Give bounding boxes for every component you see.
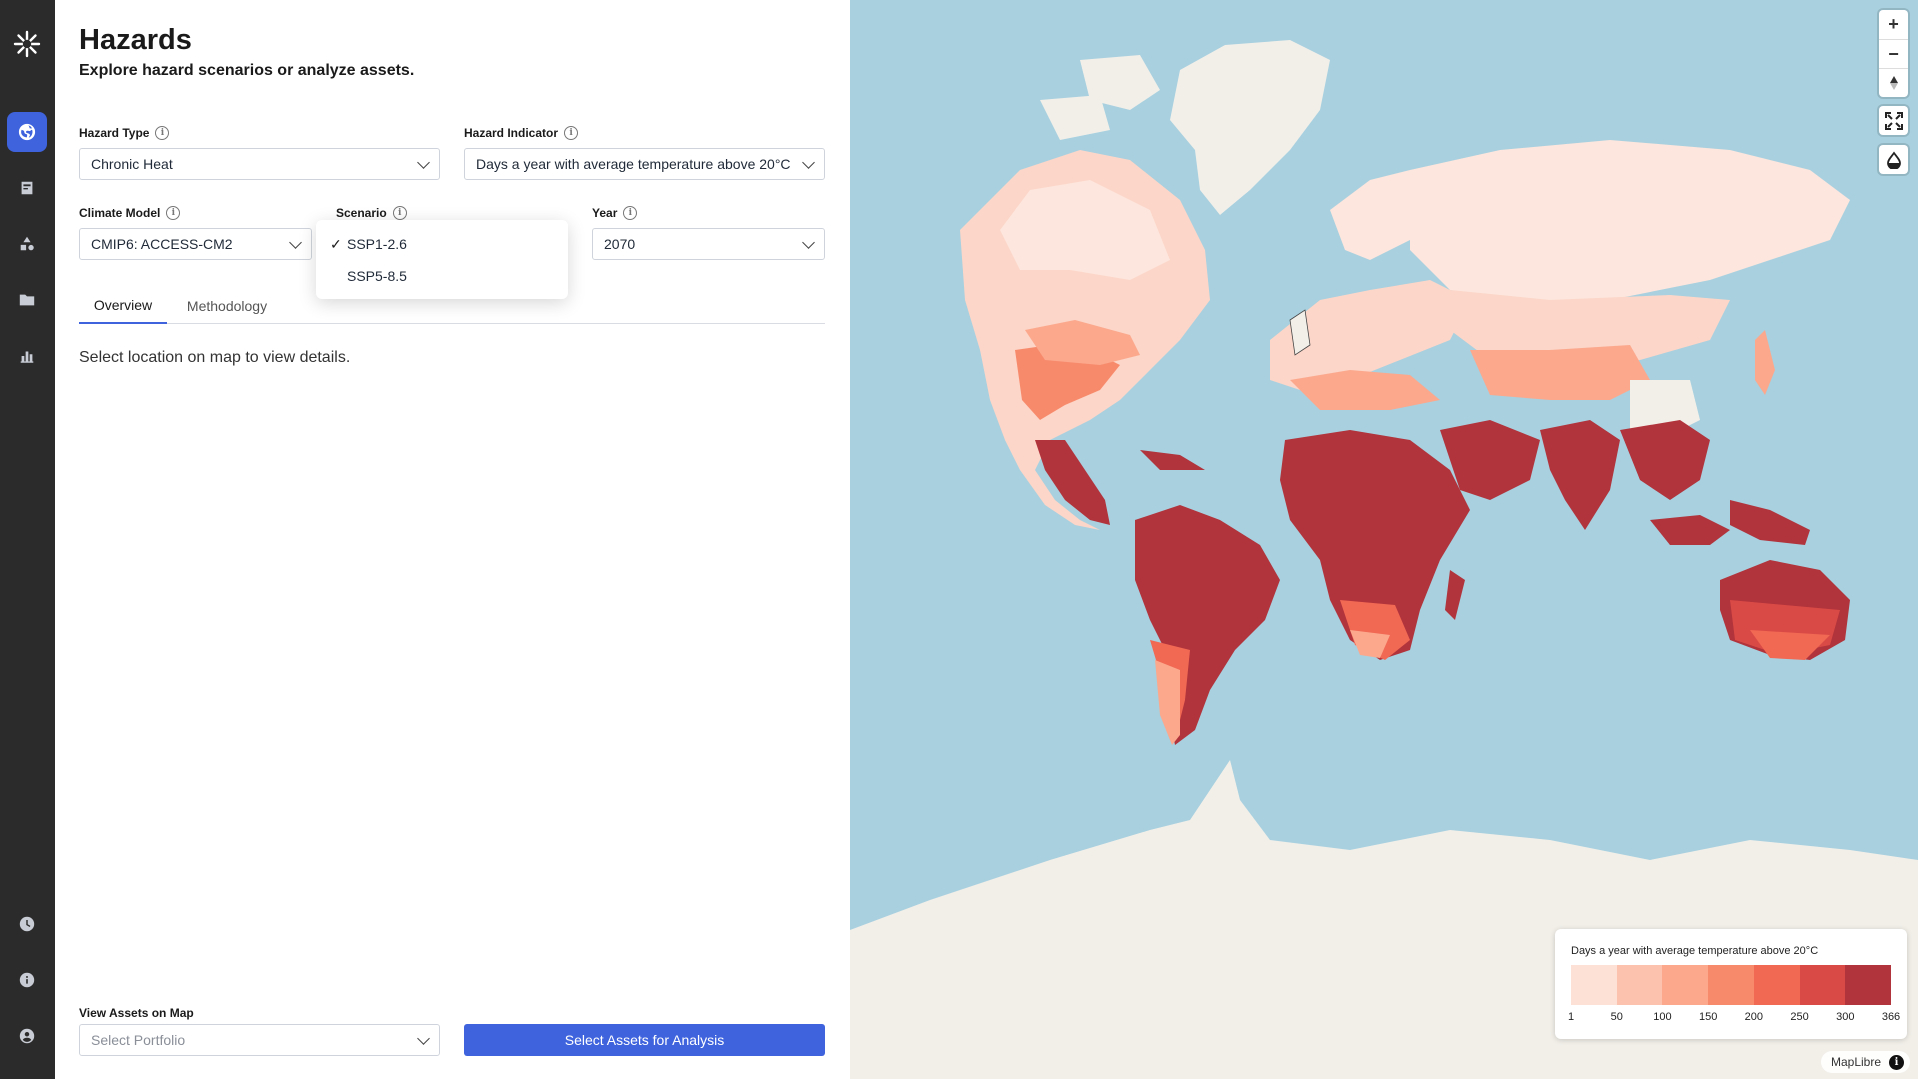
climate-model-select[interactable]: CMIP6: ACCESS-CM2: [79, 228, 312, 260]
climate-model-label-text: Climate Model: [79, 206, 161, 220]
shapes-icon: [20, 236, 34, 251]
zoom-controls: + −: [1879, 10, 1908, 97]
legend-tick-label: 150: [1698, 1011, 1718, 1023]
scenario-dropdown-menu: ✓ SSP1-2.6 SSP5-8.5: [316, 220, 568, 299]
view-assets-label-text: View Assets on Map: [79, 1006, 194, 1020]
attribution-info-icon[interactable]: i: [1889, 1054, 1904, 1070]
bar-chart-icon: [20, 351, 34, 363]
scenario-label-text: Scenario: [336, 206, 387, 220]
climate-model-value: CMIP6: ACCESS-CM2: [91, 236, 233, 252]
page-subtitle: Explore hazard scenarios or analyze asse…: [79, 62, 415, 79]
hazard-indicator-value: Days a year with average temperature abo…: [476, 156, 791, 172]
info-icon[interactable]: i: [564, 126, 579, 140]
hazard-indicator-select[interactable]: Days a year with average temperature abo…: [464, 148, 825, 180]
sidebar-item-hazards[interactable]: [7, 112, 47, 152]
year-select[interactable]: 2070: [592, 228, 825, 260]
sidebar-item-analytics[interactable]: [7, 336, 47, 376]
info-icon[interactable]: i: [392, 206, 407, 220]
legend-swatch: [1799, 965, 1846, 1005]
hazards-panel: Hazards Explore hazard scenarios or anal…: [55, 0, 850, 1079]
legend-tick-label: 250: [1790, 1011, 1809, 1023]
hazard-type-value: Chronic Heat: [91, 156, 173, 172]
legend-swatch: [1708, 965, 1754, 1005]
sidebar: [0, 0, 55, 1079]
legend-tick-label: 50: [1610, 1011, 1623, 1023]
scenario-option[interactable]: SSP5-8.5: [316, 260, 568, 292]
sidebar-item-reports[interactable]: [7, 168, 47, 208]
chevron-down-icon: [289, 235, 302, 249]
chevron-down-icon: [417, 155, 430, 169]
info-icon[interactable]: i: [623, 206, 638, 220]
sidebar-item-shapes[interactable]: [7, 224, 47, 264]
sidebar-item-portfolios[interactable]: [7, 280, 47, 320]
scenario-label: Scenario i: [336, 206, 407, 220]
fullscreen-control: [1879, 106, 1908, 135]
chevron-down-icon: [802, 155, 815, 169]
page-title: Hazards: [79, 24, 192, 56]
portfolio-placeholder: Select Portfolio: [91, 1032, 186, 1048]
scenario-option-label: SSP1-2.6: [347, 236, 407, 252]
legend-color-bar: [1571, 965, 1892, 1005]
info-icon[interactable]: i: [166, 206, 181, 220]
hazard-type-label: Hazard Type i: [79, 126, 170, 140]
climate-model-label: Climate Model i: [79, 206, 181, 220]
sidebar-item-account[interactable]: [7, 1016, 47, 1056]
year-value: 2070: [604, 236, 636, 252]
hazard-type-label-text: Hazard Type: [79, 126, 150, 140]
select-assets-button[interactable]: Select Assets for Analysis: [464, 1024, 825, 1056]
document-icon: [21, 181, 33, 195]
world-map[interactable]: [850, 0, 1918, 1079]
view-assets-label: View Assets on Map: [79, 1006, 194, 1020]
sidebar-item-info[interactable]: [7, 960, 47, 1000]
hazard-indicator-label-text: Hazard Indicator: [464, 126, 559, 140]
legend-tick-label: 1: [1567, 1011, 1575, 1023]
folder-icon: [19, 294, 35, 306]
scenario-option[interactable]: ✓ SSP1-2.6: [316, 228, 568, 260]
legend-tick-label: 100: [1653, 1011, 1672, 1023]
portfolio-select[interactable]: Select Portfolio: [79, 1024, 440, 1056]
terrain-control: [1879, 145, 1908, 174]
chevron-down-icon: [802, 235, 815, 249]
fullscreen-button[interactable]: [1879, 106, 1908, 135]
clock-icon: [19, 916, 35, 932]
tab-methodology[interactable]: Methodology: [179, 288, 275, 324]
zoom-in-button[interactable]: +: [1879, 10, 1908, 39]
hazard-type-select[interactable]: Chronic Heat: [79, 148, 440, 180]
hazard-map[interactable]: + − Days a year with average temperature…: [850, 0, 1918, 1079]
map-attribution: MapLibre i: [1820, 1051, 1910, 1073]
year-label-text: Year: [592, 206, 618, 220]
zoom-out-button[interactable]: −: [1879, 39, 1908, 68]
scenario-option-label: SSP5-8.5: [347, 268, 407, 284]
legend-swatch: [1753, 965, 1800, 1005]
legend-ticks: 1 50 100 150 200 250 300 366: [1567, 1011, 1900, 1025]
drop-icon: [1886, 151, 1901, 169]
check-icon: ✓: [330, 235, 342, 252]
sidebar-item-history[interactable]: [7, 904, 47, 944]
tab-overview[interactable]: Overview: [79, 288, 167, 324]
legend-tick-label: 366: [1881, 1011, 1901, 1023]
overview-message: Select location on map to view details.: [79, 349, 351, 366]
legend-swatch: [1845, 965, 1892, 1005]
terrain-button[interactable]: [1879, 145, 1908, 174]
fullscreen-icon: [1884, 111, 1903, 130]
legend-swatch: [1616, 965, 1663, 1005]
compass-button[interactable]: [1879, 68, 1908, 97]
year-label: Year i: [592, 206, 638, 220]
user-icon: [19, 1028, 35, 1044]
legend-title: Days a year with average temperature abo…: [1571, 945, 1819, 957]
legend-swatch: [1662, 965, 1709, 1005]
globe-icon: [18, 123, 36, 141]
legend-tick-label: 300: [1836, 1011, 1855, 1023]
legend-tick-label: 200: [1744, 1011, 1764, 1023]
legend-swatch: [1571, 965, 1617, 1005]
attribution-text[interactable]: MapLibre: [1831, 1055, 1881, 1069]
app-logo-icon[interactable]: [11, 28, 43, 60]
hazard-indicator-label: Hazard Indicator i: [464, 126, 579, 140]
info-icon[interactable]: i: [155, 126, 170, 140]
map-legend: Days a year with average temperature abo…: [1555, 929, 1907, 1039]
compass-icon: [1889, 76, 1898, 90]
chevron-down-icon: [417, 1031, 430, 1045]
info-icon: [19, 972, 35, 988]
